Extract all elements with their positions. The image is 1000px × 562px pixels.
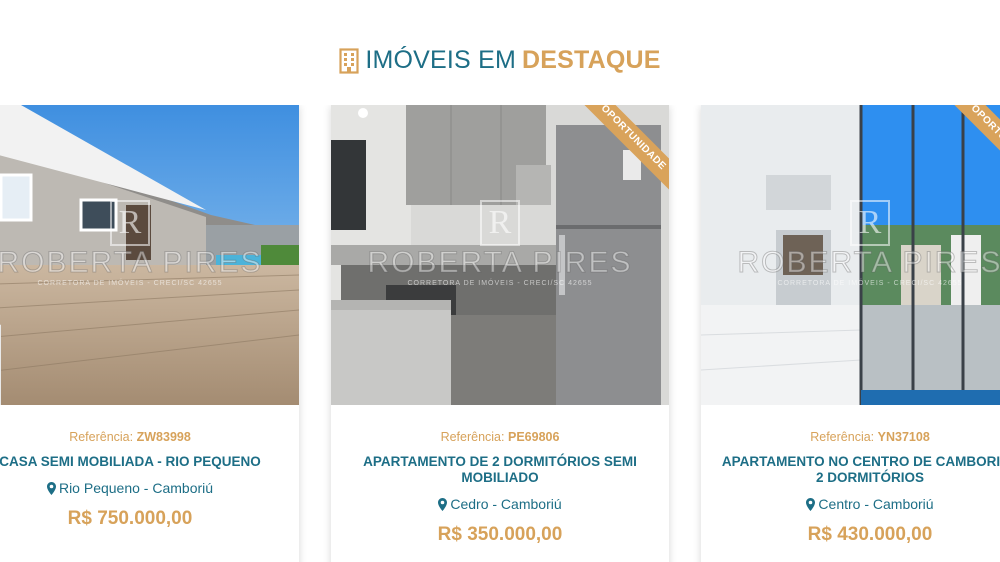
- property-location: Rio Pequeno - Camboriú: [0, 480, 279, 496]
- property-reference: Referência: YN37108: [721, 430, 1000, 444]
- property-card[interactable]: OPORTUNIDADE R ROBERTA PIRES CORRETORA D…: [701, 105, 1000, 562]
- property-price: R$ 350.000,00: [437, 524, 563, 545]
- section-title-part2: DESTAQUE: [521, 46, 661, 74]
- location-text: Cedro - Camboriú: [450, 496, 562, 512]
- house-photo-image: [0, 105, 299, 405]
- balcony-photo-image: [701, 105, 1000, 405]
- section-title: IMÓVEIS EM DESTAQUE: [0, 46, 1000, 75]
- map-pin-icon: [438, 497, 448, 511]
- location-text: Rio Pequeno - Camboriú: [58, 480, 214, 496]
- property-price: R$ 750.000,00: [67, 508, 193, 529]
- property-photo[interactable]: OPORTUNIDADE R ROBERTA PIRES CORRETORA D…: [701, 105, 1000, 405]
- location-text: Centro - Camboriú: [818, 496, 934, 512]
- reference-code: PE69806: [507, 430, 560, 444]
- reference-code: ZW83998: [136, 430, 191, 444]
- property-title[interactable]: APARTAMENTO NO CENTRO DE CAMBORIÚ - 2 DO…: [721, 454, 1000, 486]
- property-reference: Referência: PE69806: [351, 430, 649, 444]
- property-card[interactable]: R ROBERTA PIRES CORRETORA DE IMÓVEIS - C…: [0, 105, 299, 562]
- property-title[interactable]: APARTAMENTO DE 2 DORMITÓRIOS SEMI MOBILI…: [351, 454, 649, 486]
- building-icon: [339, 47, 359, 74]
- reference-code: YN37108: [877, 430, 930, 444]
- map-pin-icon: [806, 497, 816, 511]
- property-title[interactable]: CASA SEMI MOBILIADA - RIO PEQUENO: [0, 454, 279, 470]
- section-title-part1: IMÓVEIS EM: [365, 46, 516, 74]
- property-location: Cedro - Camboriú: [351, 496, 649, 512]
- kitchen-photo-image: [331, 105, 669, 405]
- reference-label: Referência:: [69, 430, 134, 444]
- property-price: R$ 430.000,00: [807, 524, 933, 545]
- property-photo[interactable]: OPORTUNIDADE R ROBERTA PIRES CORRETORA D…: [331, 105, 669, 405]
- reference-label: Referência:: [440, 430, 505, 444]
- reference-label: Referência:: [810, 430, 875, 444]
- property-reference: Referência: ZW83998: [0, 430, 279, 444]
- property-photo[interactable]: R ROBERTA PIRES CORRETORA DE IMÓVEIS - C…: [0, 105, 299, 405]
- property-carousel: R ROBERTA PIRES CORRETORA DE IMÓVEIS - C…: [0, 105, 1000, 562]
- property-location: Centro - Camboriú: [721, 496, 1000, 512]
- property-card[interactable]: OPORTUNIDADE R ROBERTA PIRES CORRETORA D…: [331, 105, 669, 562]
- map-pin-icon: [46, 481, 56, 495]
